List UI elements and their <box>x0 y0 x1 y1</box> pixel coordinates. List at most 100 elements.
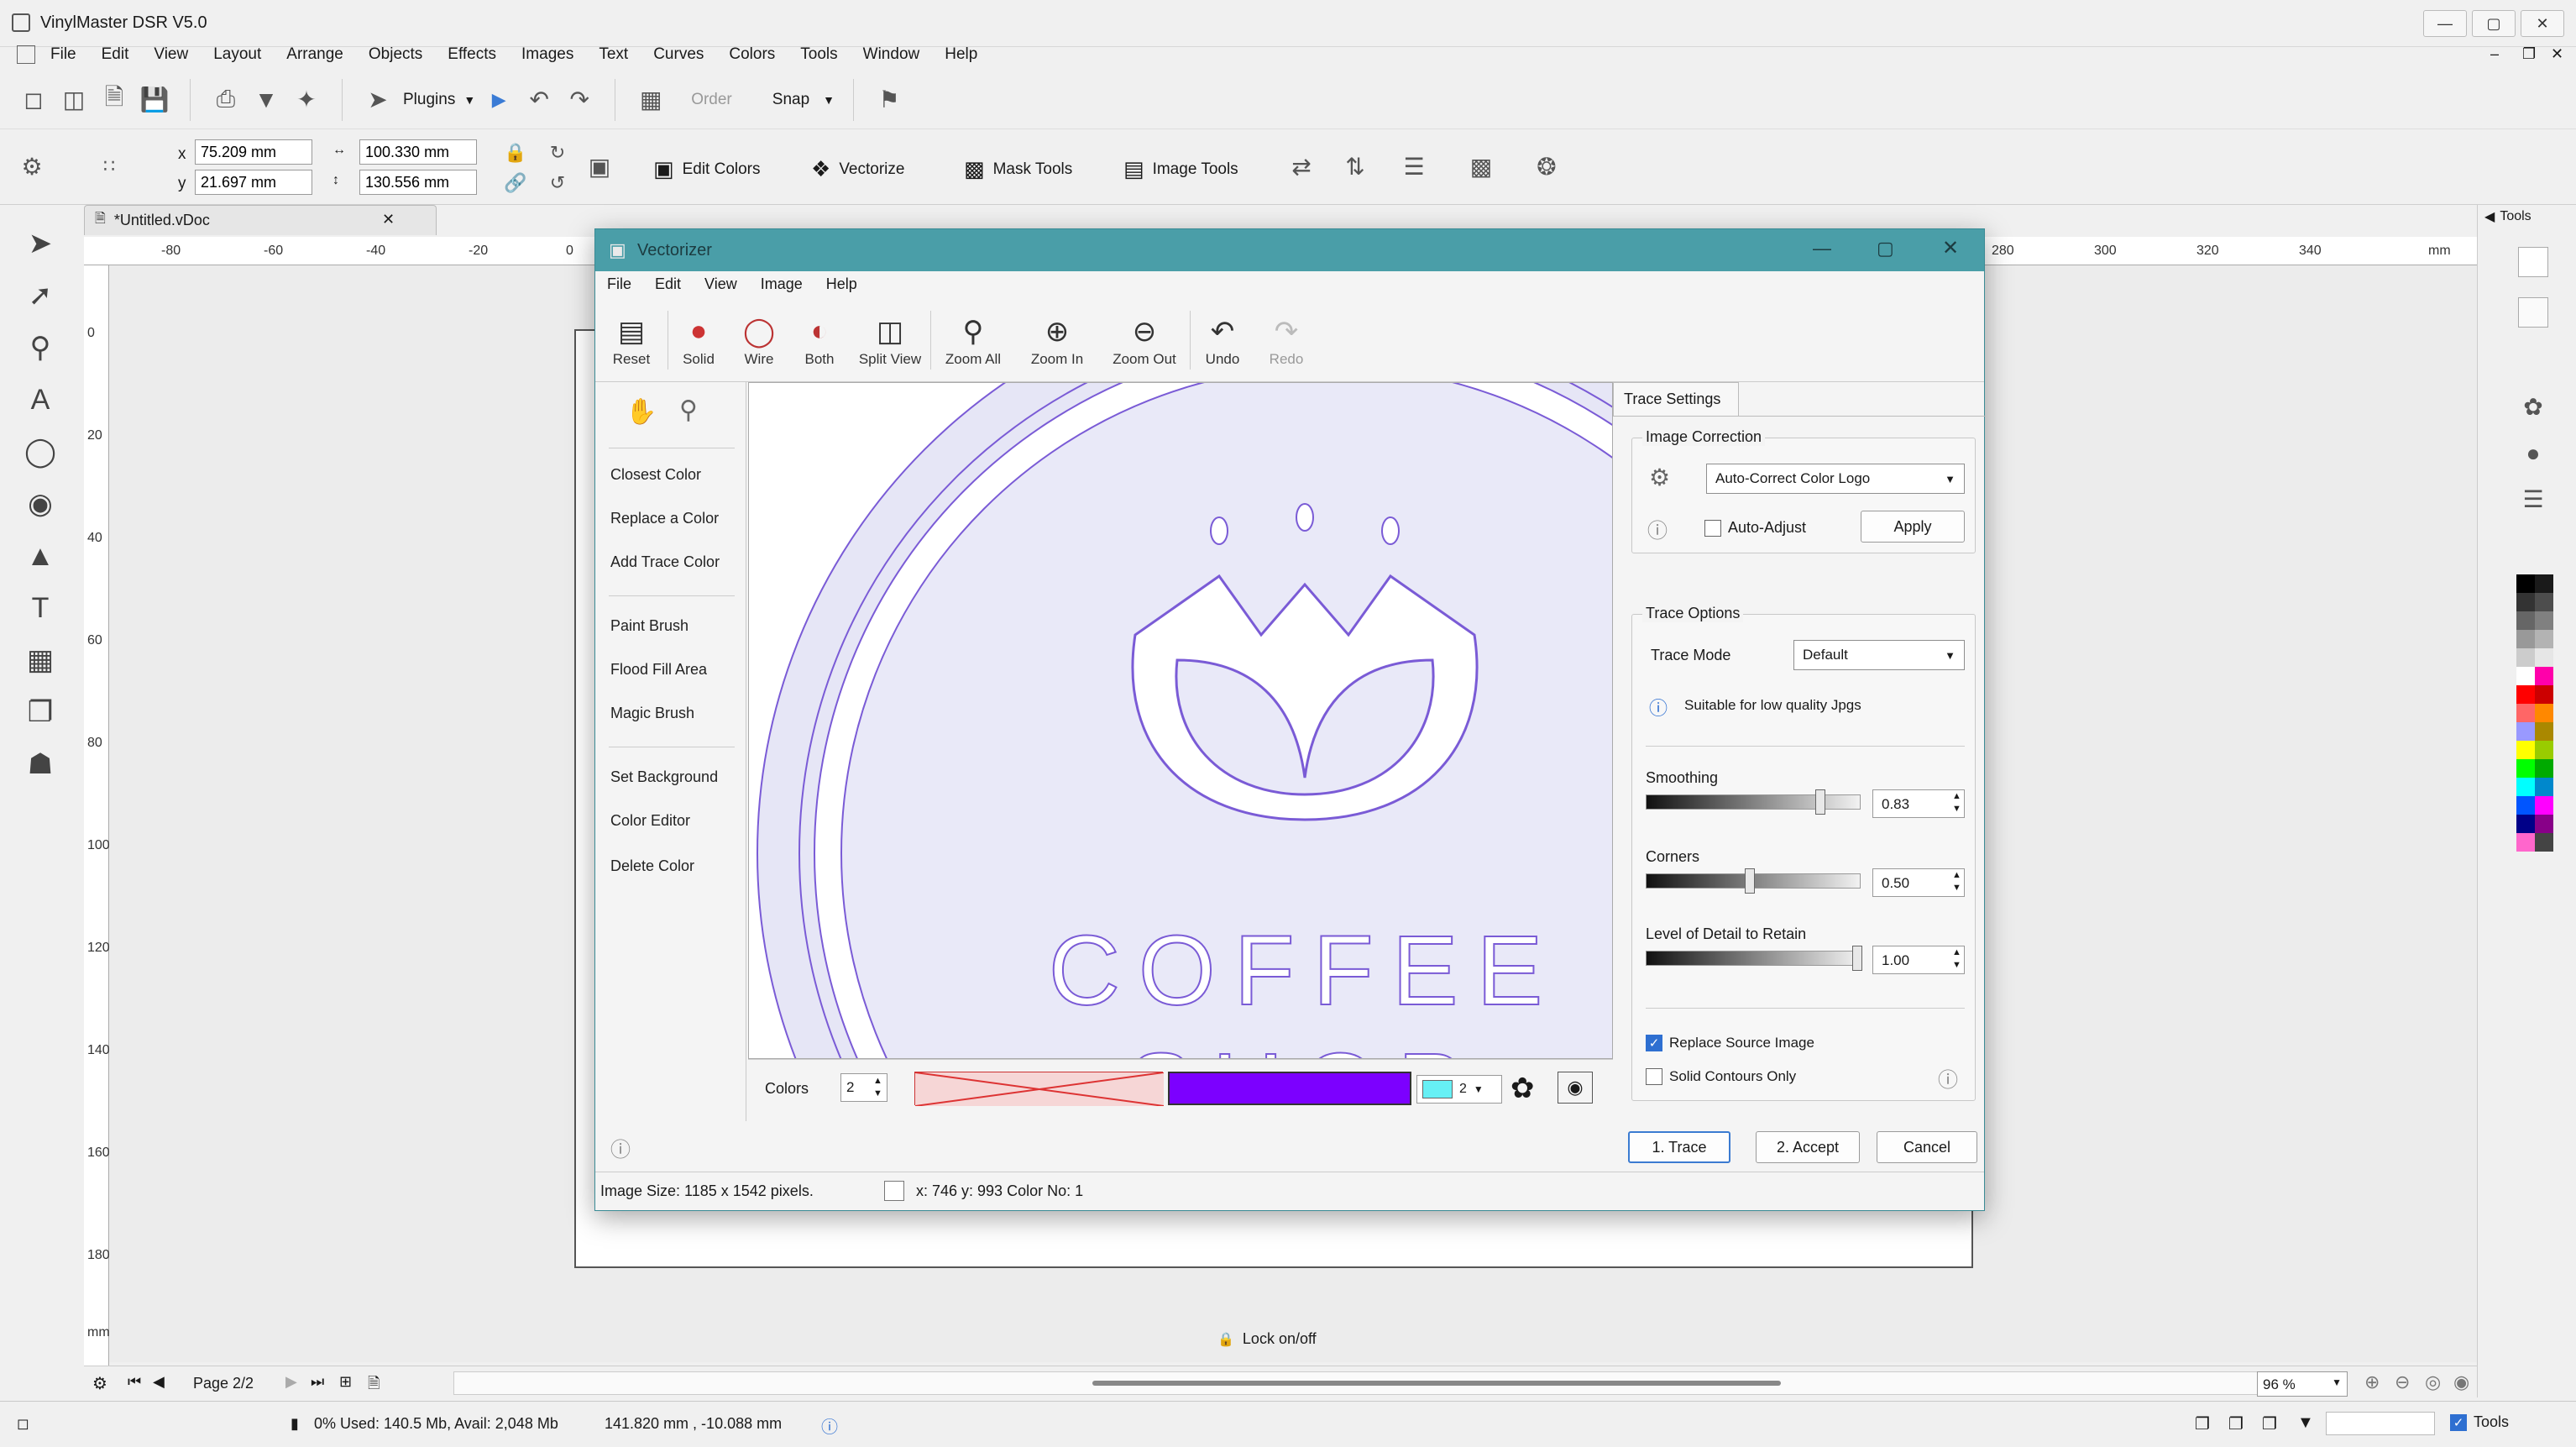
prev-page-icon[interactable]: ◀ <box>153 1373 165 1391</box>
palette-swatch[interactable] <box>2535 667 2553 685</box>
delete-color-tool[interactable]: Delete Color <box>610 857 694 875</box>
color-circle-icon[interactable]: ● <box>2516 437 2550 470</box>
menu-effects[interactable]: Effects <box>448 45 496 64</box>
spin-down-icon[interactable]: ▼ <box>1952 804 1961 814</box>
menu-edit[interactable]: Edit <box>102 45 129 64</box>
redo-icon[interactable]: ↷ <box>563 83 596 117</box>
envelope-tool-icon[interactable]: ▦ <box>17 637 64 684</box>
spin-up-icon[interactable]: ▲ <box>1952 947 1961 957</box>
text-tool-icon[interactable]: A <box>17 376 64 423</box>
type-tool-icon[interactable]: T <box>17 585 64 632</box>
flip-horizontal-icon[interactable]: ⇄ <box>1285 149 1318 183</box>
auto-adjust-checkbox[interactable]: ✓ Auto-Adjust <box>1704 519 1806 537</box>
doc-menu-icon[interactable] <box>17 45 35 64</box>
open-file-icon[interactable]: 🗎 <box>97 83 131 117</box>
snap-button[interactable]: Snap <box>772 91 809 109</box>
corners-input[interactable]: 0.50 ▲ ▼ <box>1872 868 1965 897</box>
corners-slider-thumb[interactable] <box>1745 868 1755 894</box>
flood-fill-tool[interactable]: Flood Fill Area <box>610 661 707 679</box>
palette-swatch[interactable] <box>2516 796 2535 815</box>
first-page-icon[interactable]: ⏮ <box>128 1373 141 1391</box>
lock-icon[interactable]: 🔒 <box>499 136 532 170</box>
edit-colors-button[interactable]: ▣ Edit Colors <box>653 156 761 182</box>
smoothing-slider[interactable] <box>1646 794 1861 810</box>
dialog-minimize-icon[interactable]: — <box>1813 238 1831 260</box>
mdi-minimize-icon[interactable]: – <box>2490 45 2499 63</box>
palette-swatch[interactable] <box>2535 833 2553 852</box>
last-page-icon[interactable]: ⏭ <box>311 1373 324 1391</box>
page-properties-icon[interactable]: 🗎 <box>368 1373 380 1398</box>
palette-swatch[interactable] <box>2535 611 2553 630</box>
mdi-restore-icon[interactable]: ❐ <box>2522 45 2536 63</box>
print-icon[interactable]: ⎙ <box>209 83 243 117</box>
palette-swatch[interactable] <box>2516 722 2535 741</box>
refresh-icon[interactable]: ↺ <box>541 166 574 200</box>
palette-swatch[interactable] <box>2516 759 2535 778</box>
spin-up-icon[interactable]: ▲ <box>873 1076 882 1086</box>
hand-tool-icon[interactable]: ✋ <box>626 397 657 427</box>
vectorize-button[interactable]: ❖ Vectorize <box>811 156 904 182</box>
tools-toggle[interactable]: ✓ Tools <box>2450 1413 2509 1431</box>
help-icon[interactable]: ⓘ <box>1647 514 1668 543</box>
eyedropper-icon[interactable]: ✿ <box>2516 390 2550 423</box>
menu-objects[interactable]: Objects <box>369 45 422 64</box>
wire-button[interactable]: ◯ Wire <box>729 312 789 368</box>
camera-icon[interactable]: ▣ <box>583 149 616 183</box>
zoom-in-icon[interactable]: ⊕ <box>2364 1371 2380 1393</box>
distribute-icon[interactable]: ▩ <box>1464 149 1498 183</box>
palette-swatch[interactable] <box>2535 648 2553 667</box>
reset-button[interactable]: ▤ Reset <box>595 312 668 368</box>
cutter-icon[interactable]: ✦ <box>290 83 323 117</box>
colors-count-stepper[interactable]: 2 ▲ ▼ <box>840 1073 887 1102</box>
height-field[interactable] <box>359 170 477 195</box>
color-swatch-select[interactable]: 2 ▼ <box>1416 1075 1502 1104</box>
menu-window[interactable]: Window <box>863 45 920 64</box>
weld-icon[interactable]: ❂ <box>1530 149 1563 183</box>
dialog-menu-edit[interactable]: Edit <box>655 275 681 293</box>
palette-swatch[interactable] <box>2516 593 2535 611</box>
save-icon[interactable]: 💾 <box>138 83 171 117</box>
accept-button[interactable]: 2. Accept <box>1756 1131 1860 1163</box>
palette-swatch[interactable] <box>2535 815 2553 833</box>
correction-select[interactable]: Auto-Correct Color Logo ▼ <box>1706 464 1965 494</box>
palette-swatch[interactable] <box>2535 796 2553 815</box>
magic-brush-tool[interactable]: Magic Brush <box>610 705 694 722</box>
menu-file[interactable]: File <box>50 45 76 64</box>
replace-source-checkbox[interactable]: ✓ Replace Source Image <box>1646 1035 1814 1051</box>
zoom-page-icon[interactable]: ◉ <box>2453 1371 2469 1393</box>
zoom-in-button[interactable]: ⊕ Zoom In <box>1015 312 1099 368</box>
detail-slider[interactable] <box>1646 951 1861 966</box>
set-background-tool[interactable]: Set Background <box>610 768 718 786</box>
palette-swatch[interactable] <box>2535 722 2553 741</box>
menu-colors[interactable]: Colors <box>729 45 775 64</box>
zoom-fit-icon[interactable]: ◎ <box>2425 1371 2441 1393</box>
layers-icon[interactable]: ❐ <box>2195 1413 2210 1434</box>
magnifier-tool-icon[interactable]: ⚲ <box>679 396 698 425</box>
maximize-button[interactable]: ▢ <box>2472 10 2516 37</box>
fill-tool-icon[interactable]: ◉ <box>17 480 64 527</box>
trace-color-swatch[interactable] <box>1168 1072 1411 1105</box>
pointer-tool-icon[interactable]: ➤ <box>17 220 64 267</box>
menu-help[interactable]: Help <box>945 45 977 64</box>
horizontal-scrollbar[interactable] <box>453 1371 2334 1395</box>
link-icon[interactable]: 🔗 <box>499 166 532 200</box>
menu-arrange[interactable]: Arrange <box>286 45 343 64</box>
palette-swatch[interactable] <box>2535 574 2553 593</box>
node-edit-tool-icon[interactable]: ➚ <box>17 272 64 319</box>
select-tool-icon[interactable]: ▦ <box>634 83 668 117</box>
palette-swatch[interactable] <box>2535 593 2553 611</box>
group-icon[interactable]: ❐ <box>2262 1413 2277 1434</box>
auto-adjust-box[interactable]: ✓ <box>1704 519 1721 537</box>
menu-layout[interactable]: Layout <box>213 45 261 64</box>
spin-down-icon[interactable]: ▼ <box>1952 883 1961 893</box>
plugins-button[interactable]: ➤ Plugins ▼ <box>361 83 475 117</box>
dialog-close-icon[interactable]: ✕ <box>1942 236 1959 260</box>
stack-icon[interactable]: ❐ <box>2228 1413 2244 1434</box>
dialog-menu-view[interactable]: View <box>704 275 737 293</box>
dialog-maximize-icon[interactable]: ▢ <box>1877 238 1894 260</box>
flip-vertical-icon[interactable]: ⇅ <box>1338 149 1372 183</box>
palette-swatch[interactable] <box>2516 741 2535 759</box>
dialog-menu-file[interactable]: File <box>607 275 631 293</box>
spin-up-icon[interactable]: ▲ <box>1952 870 1961 880</box>
align-icon[interactable]: ☰ <box>1397 149 1431 183</box>
